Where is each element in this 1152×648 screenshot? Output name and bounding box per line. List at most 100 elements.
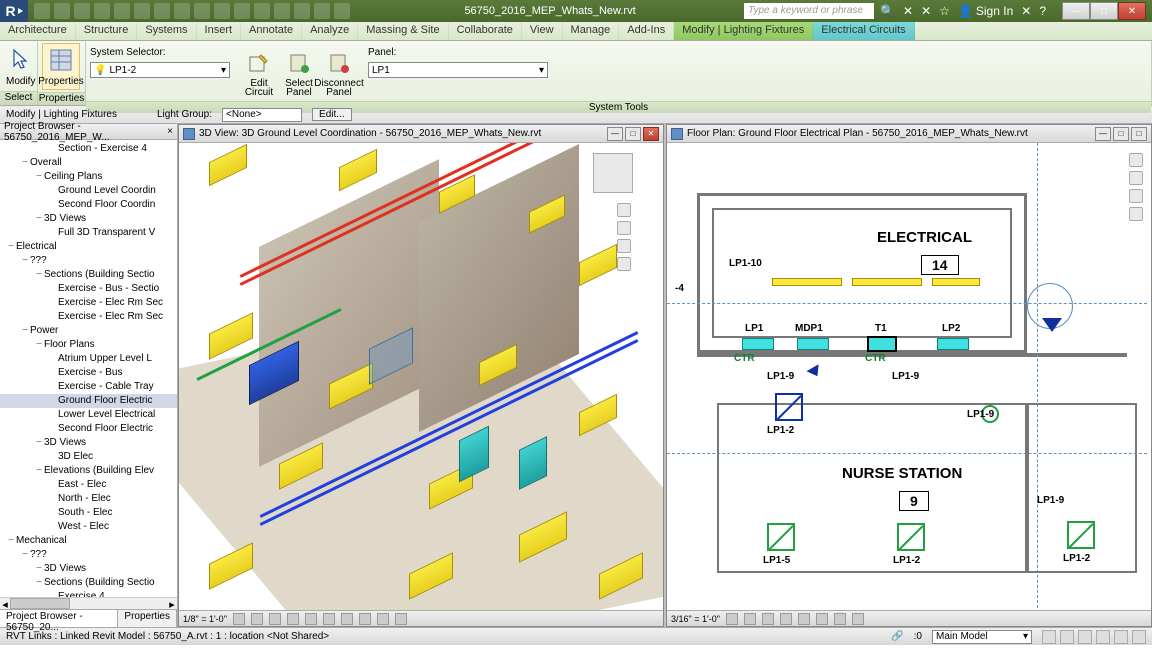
vc2-reveal-icon[interactable]: [852, 613, 864, 625]
disconnect-panel-button[interactable]: Disconnect Panel: [320, 47, 358, 99]
tab-modify-lighting[interactable]: Modify | Lighting Fixtures: [674, 22, 813, 40]
tree-item[interactable]: Second Floor Electric: [0, 422, 177, 436]
browser-tab-project[interactable]: Project Browser - 56750_20...: [0, 610, 118, 627]
window-minimize-button[interactable]: —: [1062, 2, 1090, 20]
app-menu-button[interactable]: R: [0, 0, 28, 22]
subscription-icon[interactable]: ✕: [903, 4, 913, 18]
browser-tab-properties[interactable]: Properties: [118, 610, 177, 627]
qat-open-icon[interactable]: [34, 3, 50, 19]
tree-item[interactable]: North - Elec: [0, 492, 177, 506]
status-select-links-icon[interactable]: [1042, 630, 1056, 644]
qat-align-icon[interactable]: [154, 3, 170, 19]
window-close-button[interactable]: ✕: [1118, 2, 1146, 20]
tab-structure[interactable]: Structure: [76, 22, 138, 40]
tree-item[interactable]: −???: [0, 548, 177, 562]
window-maximize-button[interactable]: □: [1090, 2, 1118, 20]
tree-item[interactable]: −Sections (Building Sectio: [0, 268, 177, 282]
vc2-sun-icon[interactable]: [762, 613, 774, 625]
qat-save-icon[interactable]: [54, 3, 70, 19]
tree-item[interactable]: Exercise - Bus - Sectio: [0, 282, 177, 296]
signin-button[interactable]: 👤 Sign In: [958, 4, 1013, 18]
nav-bar[interactable]: [617, 203, 631, 271]
tree-item[interactable]: East - Elec: [0, 478, 177, 492]
vc-render-icon[interactable]: [305, 613, 317, 625]
tree-item[interactable]: 3D Elec: [0, 450, 177, 464]
view-plan-scale[interactable]: 3/16" = 1'-0": [671, 614, 720, 624]
view-plan-max-button[interactable]: □: [1113, 127, 1129, 141]
tab-collaborate[interactable]: Collaborate: [449, 22, 522, 40]
tab-systems[interactable]: Systems: [137, 22, 196, 40]
infocenter-icon[interactable]: 🔍: [880, 4, 895, 18]
status-select-underlay-icon[interactable]: [1060, 630, 1074, 644]
project-browser-close-icon[interactable]: ×: [167, 126, 173, 137]
status-worksets-icon[interactable]: 🔗: [891, 631, 903, 642]
tab-annotate[interactable]: Annotate: [241, 22, 302, 40]
view-cube[interactable]: [593, 153, 633, 193]
qat-section-icon[interactable]: [234, 3, 250, 19]
tree-item[interactable]: Exercise - Elec Rm Sec: [0, 310, 177, 324]
tree-item[interactable]: −3D Views: [0, 212, 177, 226]
tab-addins[interactable]: Add-Ins: [619, 22, 674, 40]
properties-button[interactable]: Properties: [42, 43, 80, 90]
view-plan-close-button[interactable]: □: [1131, 127, 1147, 141]
qat-tag-icon[interactable]: [174, 3, 190, 19]
vc2-shadow-icon[interactable]: [780, 613, 792, 625]
view-3d-canvas[interactable]: [179, 143, 663, 610]
qat-redo-icon[interactable]: [94, 3, 110, 19]
qat-print-icon[interactable]: [114, 3, 130, 19]
favorite-icon[interactable]: ☆: [939, 4, 950, 18]
view-3d-titlebar[interactable]: 3D View: 3D Ground Level Coordination - …: [179, 125, 663, 143]
tree-item[interactable]: −Overall: [0, 156, 177, 170]
help-icon[interactable]: ?: [1039, 4, 1046, 18]
system-selector-dropdown[interactable]: 💡 LP1-2 ▾: [90, 62, 230, 78]
view-close-button[interactable]: ✕: [643, 127, 659, 141]
vc-shadow-icon[interactable]: [287, 613, 299, 625]
vc-crop-icon[interactable]: [323, 613, 335, 625]
qat-sync-icon[interactable]: [314, 3, 330, 19]
tree-item[interactable]: Exercise - Cable Tray: [0, 380, 177, 394]
tree-item[interactable]: Lower Level Electrical: [0, 408, 177, 422]
qat-thinlines-icon[interactable]: [254, 3, 270, 19]
tab-insert[interactable]: Insert: [197, 22, 242, 40]
status-select-face-icon[interactable]: [1096, 630, 1110, 644]
edit-light-group-button[interactable]: Edit...: [312, 108, 352, 121]
vc-lock-icon[interactable]: [359, 613, 371, 625]
light-group-dropdown[interactable]: <None>: [222, 108, 302, 122]
tree-item[interactable]: South - Elec: [0, 506, 177, 520]
tree-item[interactable]: Ground Floor Electric: [0, 394, 177, 408]
status-select-pinned-icon[interactable]: [1078, 630, 1092, 644]
tree-item[interactable]: −Sections (Building Sectio: [0, 576, 177, 590]
view-plan-canvas[interactable]: ELECTRICAL 14 NURSE STATION 9 LP1-10 -4 …: [667, 143, 1151, 610]
qat-3d-icon[interactable]: [214, 3, 230, 19]
select-panel-button[interactable]: Select Panel: [280, 47, 318, 99]
tree-item[interactable]: −Mechanical: [0, 534, 177, 548]
qat-undo-icon[interactable]: [74, 3, 90, 19]
vc2-crop-icon[interactable]: [798, 613, 810, 625]
tree-item[interactable]: Ground Level Coordin: [0, 184, 177, 198]
status-filter-icon[interactable]: [1132, 630, 1146, 644]
tab-electrical-circuits[interactable]: Electrical Circuits: [813, 22, 914, 40]
view-min-button[interactable]: —: [607, 127, 623, 141]
vc-sun-icon[interactable]: [269, 613, 281, 625]
tree-item[interactable]: −3D Views: [0, 562, 177, 576]
qat-text-icon[interactable]: [194, 3, 210, 19]
tree-item[interactable]: −Ceiling Plans: [0, 170, 177, 184]
tree-item[interactable]: Section - Exercise 4: [0, 142, 177, 156]
qat-switch-icon[interactable]: [294, 3, 310, 19]
view-max-button[interactable]: □: [625, 127, 641, 141]
vc2-temp-icon[interactable]: [834, 613, 846, 625]
vc-cropshow-icon[interactable]: [341, 613, 353, 625]
vc2-cropshow-icon[interactable]: [816, 613, 828, 625]
tree-item[interactable]: −Power: [0, 324, 177, 338]
qat-dropdown-icon[interactable]: [334, 3, 350, 19]
status-main-model-dropdown[interactable]: Main Model▾: [932, 630, 1032, 644]
modify-button[interactable]: Modify: [4, 44, 37, 89]
tab-architecture[interactable]: Architecture: [0, 22, 76, 40]
view-3d-scale[interactable]: 1/8" = 1'-0": [183, 614, 227, 624]
tab-manage[interactable]: Manage: [563, 22, 620, 40]
vc-visual-icon[interactable]: [251, 613, 263, 625]
edit-circuit-button[interactable]: Edit Circuit: [240, 47, 278, 99]
view-plan-titlebar[interactable]: Floor Plan: Ground Floor Electrical Plan…: [667, 125, 1151, 143]
tree-item[interactable]: Exercise - Elec Rm Sec: [0, 296, 177, 310]
vc-detail-icon[interactable]: [233, 613, 245, 625]
